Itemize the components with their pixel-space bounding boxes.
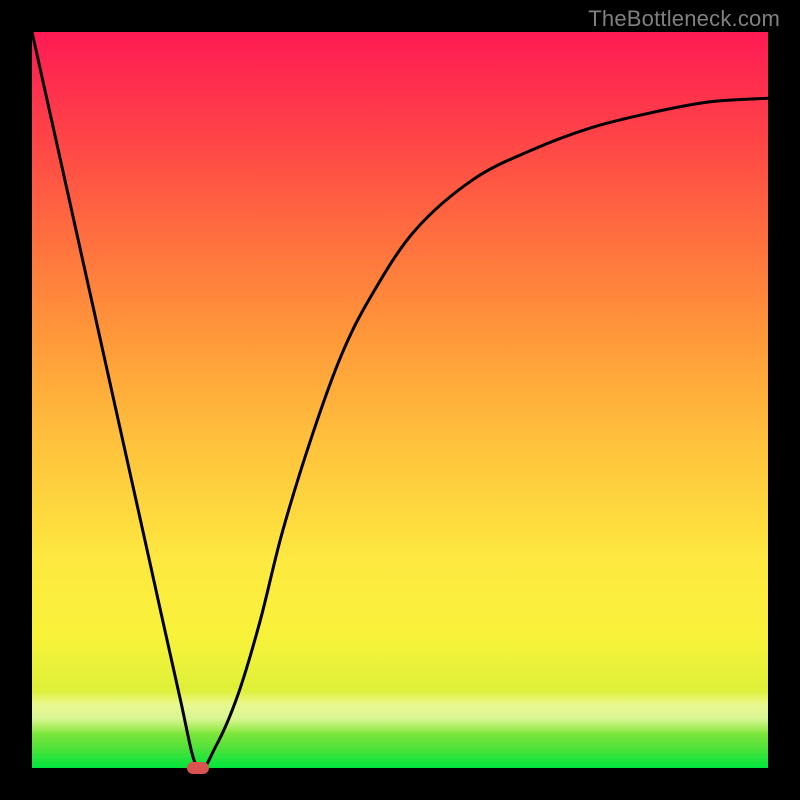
watermark-text: TheBottleneck.com <box>588 6 780 32</box>
plot-area <box>32 32 768 768</box>
chart-frame: TheBottleneck.com <box>0 0 800 800</box>
optimal-point-marker <box>187 762 209 774</box>
bottleneck-curve <box>32 32 768 768</box>
highlight-band <box>32 690 768 734</box>
